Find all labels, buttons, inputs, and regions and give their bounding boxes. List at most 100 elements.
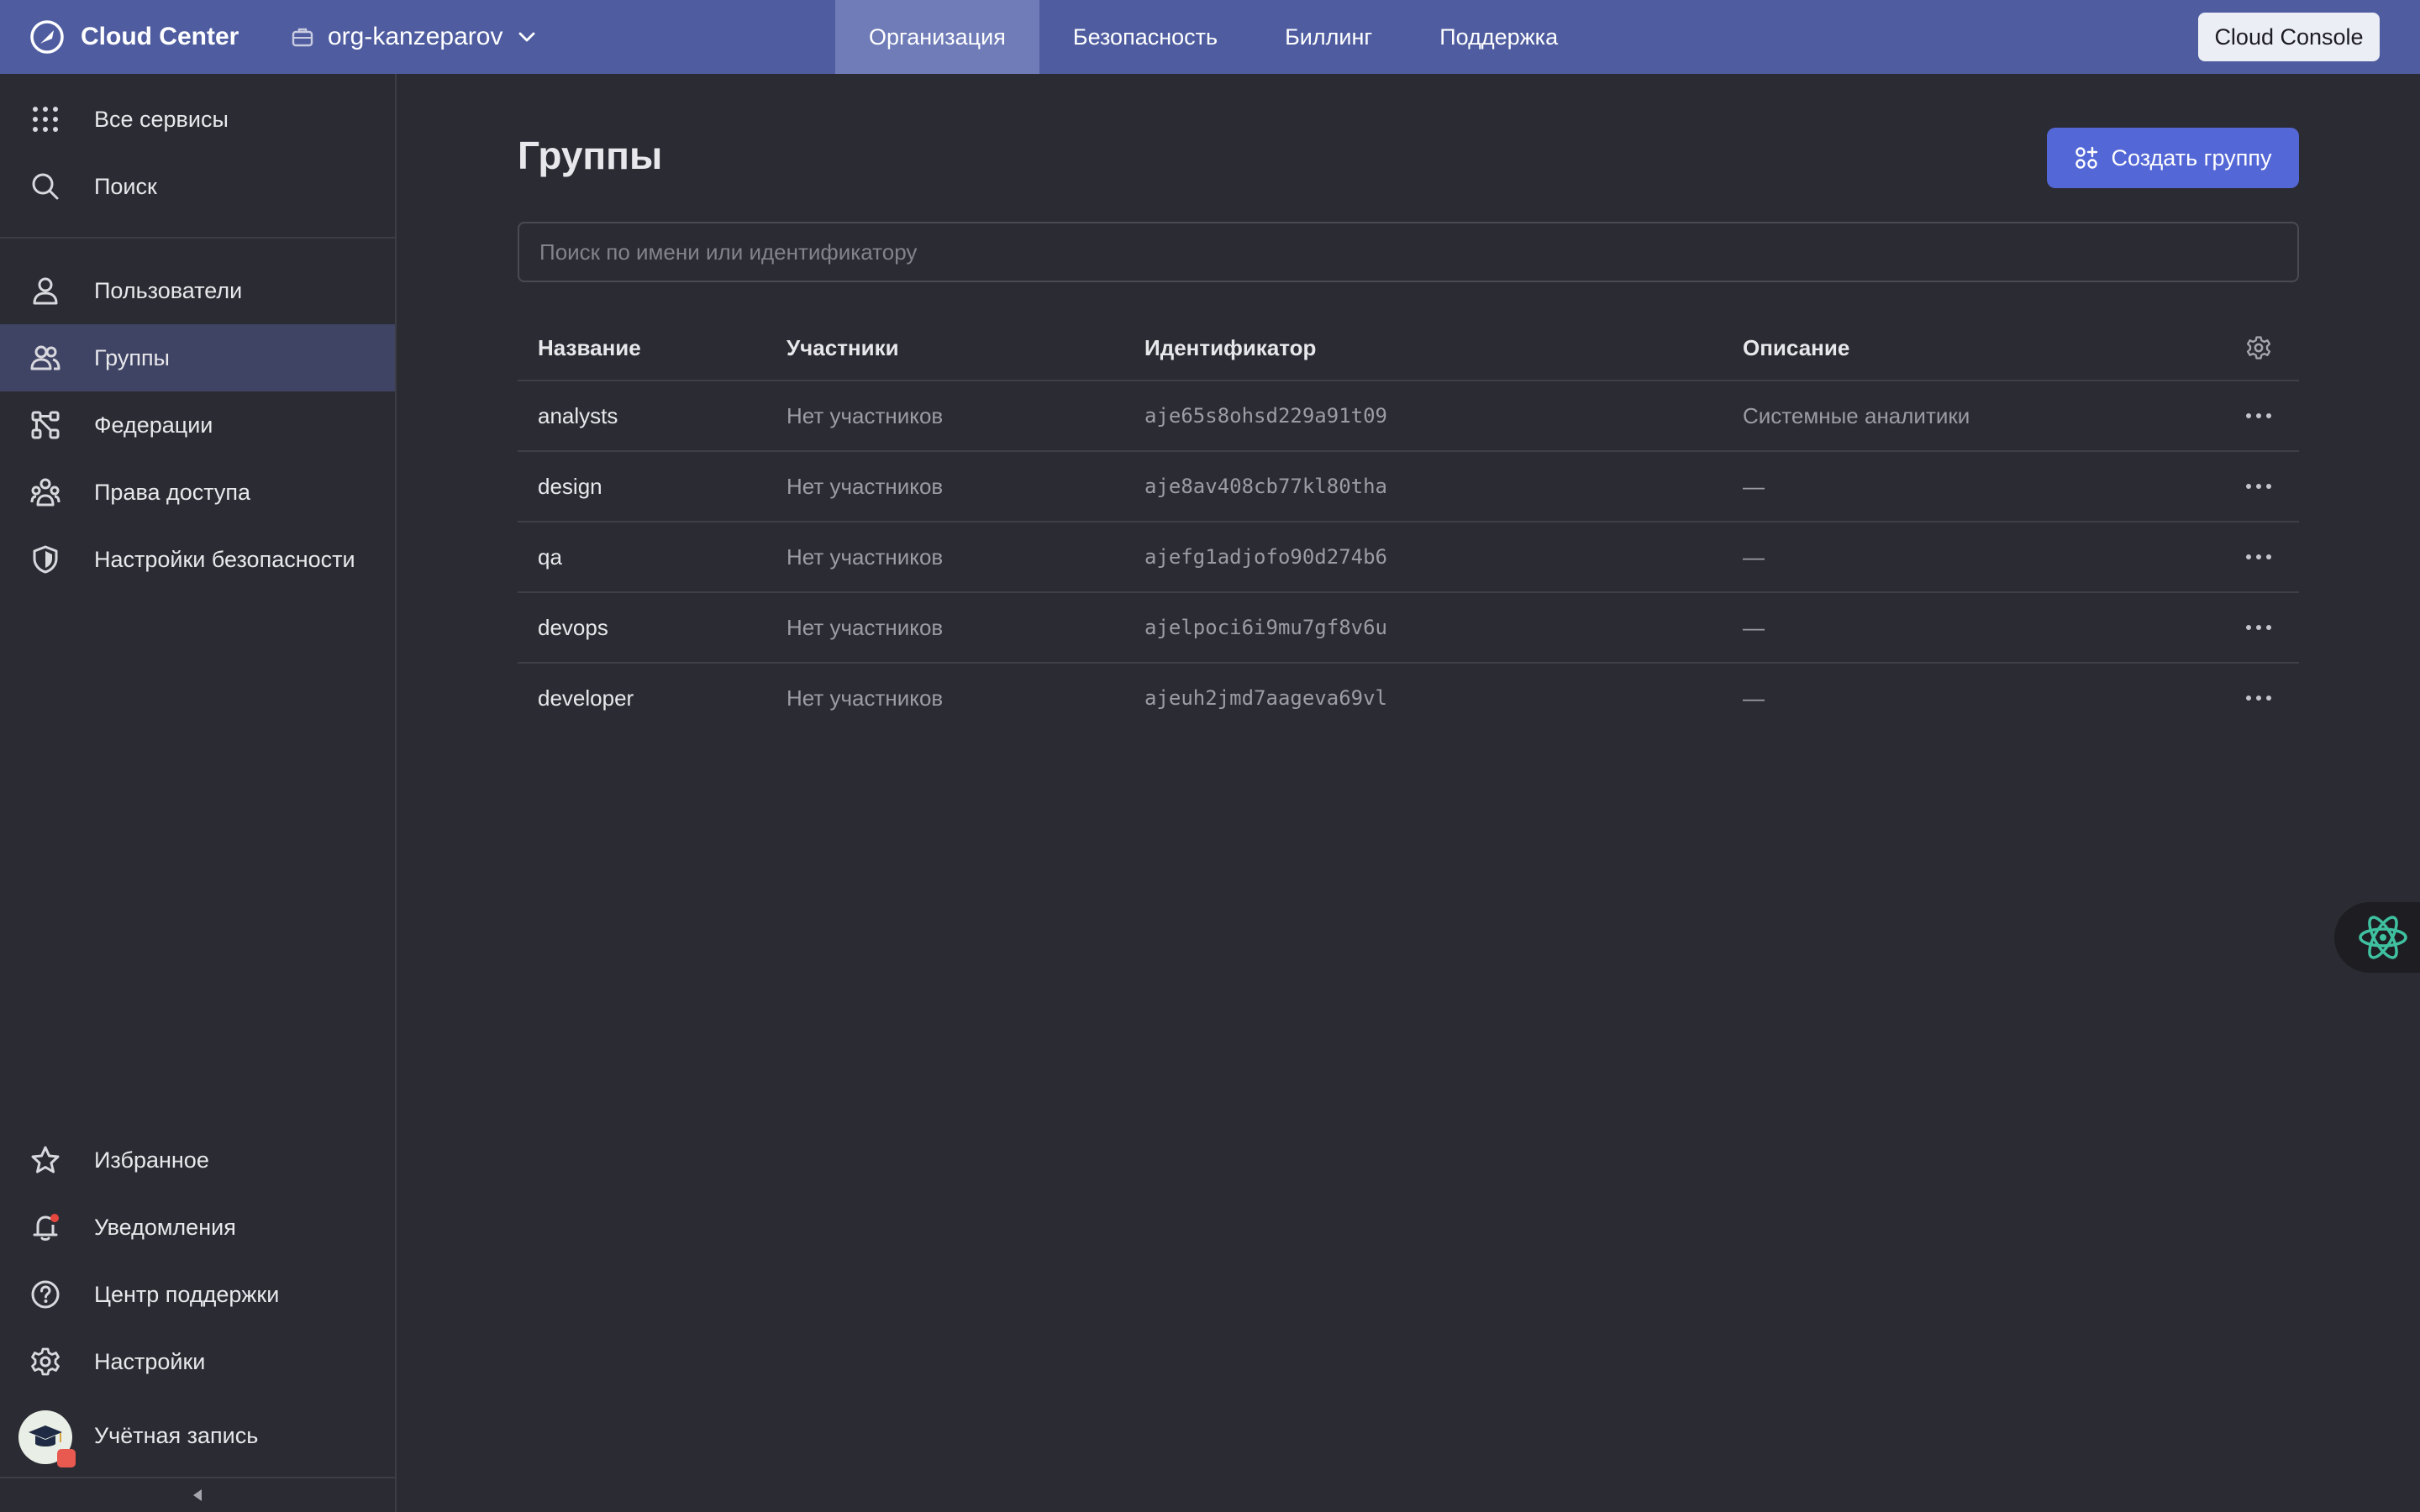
grid-icon: [33, 107, 58, 132]
more-icon: [2246, 625, 2271, 630]
sidebar-item-groups[interactable]: Группы: [0, 324, 395, 391]
more-icon: [2246, 696, 2271, 701]
group-description: —: [1743, 685, 1765, 711]
table-row[interactable]: qa Нет участников ajefg1adjofo90d274b6 —: [518, 522, 2299, 593]
group-id: ajelpoci6i9mu7gf8v6u: [1144, 616, 1387, 639]
sidebar-item-favorites[interactable]: Избранное: [0, 1126, 395, 1194]
group-members: Нет участников: [786, 473, 944, 499]
row-actions-button[interactable]: [2238, 452, 2279, 521]
groups-table: Название Участники Идентификатор Описани…: [518, 314, 2299, 734]
group-description: —: [1743, 614, 1765, 640]
sidebar-item-search[interactable]: Поиск: [0, 153, 395, 220]
row-actions-button[interactable]: [2238, 522, 2279, 591]
table-row[interactable]: devops Нет участников ajelpoci6i9mu7gf8v…: [518, 593, 2299, 664]
sidebar-item-users[interactable]: Пользователи: [0, 257, 395, 324]
group-id: ajeuh2jmd7aageva69vl: [1144, 686, 1387, 710]
create-group-label: Создать группу: [2111, 144, 2272, 171]
avatar-badge: [57, 1449, 76, 1467]
sidebar-item-federations[interactable]: Федерации: [0, 391, 395, 459]
column-header-description[interactable]: Описание: [1743, 314, 1849, 381]
ai-assistant-button[interactable]: [2334, 902, 2420, 973]
table-settings-button[interactable]: [2238, 314, 2279, 381]
group-members: Нет участников: [786, 614, 944, 640]
sidebar-item-access-rights[interactable]: Права доступа: [0, 459, 395, 526]
sidebar-item-label: Поиск: [94, 173, 157, 199]
table-row[interactable]: design Нет участников aje8av408cb77kl80t…: [518, 452, 2299, 522]
brand[interactable]: Cloud Center: [29, 17, 239, 57]
create-group-button[interactable]: Создать группу: [2047, 128, 2299, 188]
gear-icon: [2246, 336, 2271, 360]
shield-icon: [33, 545, 58, 574]
top-bar: Cloud Center org-kanzeparov Организация …: [0, 0, 2420, 74]
page-title: Группы: [518, 134, 663, 177]
access-icon: [30, 478, 60, 507]
cloud-console-button[interactable]: Cloud Console: [2198, 13, 2380, 61]
help-icon: [31, 1280, 60, 1309]
org-name: org-kanzeparov: [328, 23, 503, 50]
search-icon: [32, 173, 59, 200]
group-name: devops: [538, 614, 608, 640]
sidebar-item-account[interactable]: Учётная запись: [0, 1395, 395, 1476]
gear-icon: [31, 1347, 60, 1376]
sidebar-item-label: Группы: [94, 344, 170, 370]
user-icon: [33, 277, 58, 305]
federation-icon: [31, 411, 60, 439]
sidebar-divider: [0, 237, 395, 239]
sidebar-item-label: Центр поддержки: [94, 1281, 280, 1307]
column-header-members[interactable]: Участники: [786, 314, 899, 381]
sidebar-item-all-services[interactable]: Все сервисы: [0, 86, 395, 153]
group-name: developer: [538, 685, 634, 711]
sidebar-item-notifications[interactable]: Уведомления: [0, 1194, 395, 1261]
add-group-icon: [2075, 146, 2097, 169]
more-icon: [2246, 554, 2271, 559]
group-name: qa: [538, 543, 562, 570]
tab-organization[interactable]: Организация: [835, 0, 1039, 74]
search-input[interactable]: [518, 222, 2299, 282]
sidebar-item-security-settings[interactable]: Настройки безопасности: [0, 526, 395, 593]
sidebar-item-label: Настройки: [94, 1348, 206, 1374]
table-row[interactable]: analysts Нет участников aje65s8ohsd229a9…: [518, 381, 2299, 452]
sidebar-item-label: Права доступа: [94, 479, 251, 505]
group-name: analysts: [538, 402, 618, 428]
group-members: Нет участников: [786, 402, 944, 428]
org-selector[interactable]: org-kanzeparov: [291, 17, 538, 57]
group-name: design: [538, 473, 602, 499]
group-description: —: [1743, 473, 1765, 499]
collapse-left-icon: [193, 1489, 202, 1501]
star-icon: [31, 1146, 60, 1173]
tab-billing[interactable]: Биллинг: [1251, 0, 1406, 74]
sidebar-item-help-center[interactable]: Центр поддержки: [0, 1261, 395, 1328]
row-actions-button[interactable]: [2238, 593, 2279, 662]
group-description: —: [1743, 543, 1765, 570]
sidebar: Все сервисы Поиск Пользователи Группы Фе…: [0, 74, 397, 1512]
group-members: Нет участников: [786, 543, 944, 570]
more-icon: [2246, 413, 2271, 418]
sidebar-item-settings[interactable]: Настройки: [0, 1328, 395, 1395]
atom-icon: [2359, 916, 2407, 959]
table-header: Название Участники Идентификатор Описани…: [518, 314, 2299, 381]
more-icon: [2246, 484, 2271, 489]
group-id: aje8av408cb77kl80tha: [1144, 475, 1387, 498]
group-description: Системные аналитики: [1743, 402, 1970, 428]
tab-support[interactable]: Поддержка: [1406, 0, 1591, 74]
brand-name: Cloud Center: [81, 23, 239, 50]
sidebar-item-label: Пользователи: [94, 277, 243, 303]
sidebar-item-label: Федерации: [94, 412, 213, 438]
cloud-center-logo-icon: [30, 20, 64, 54]
row-actions-button[interactable]: [2238, 381, 2279, 450]
avatar: [18, 1410, 76, 1467]
chevron-down-icon: [519, 32, 535, 42]
table-row[interactable]: developer Нет участников ajeuh2jmd7aagev…: [518, 664, 2299, 734]
sidebar-item-label: Уведомления: [94, 1214, 236, 1240]
column-header-name[interactable]: Название: [538, 314, 641, 381]
group-members: Нет участников: [786, 685, 944, 711]
tab-security[interactable]: Безопасность: [1039, 0, 1251, 74]
sidebar-item-label: Все сервисы: [94, 106, 229, 132]
row-actions-button[interactable]: [2238, 664, 2279, 732]
sidebar-item-label: Учётная запись: [94, 1422, 259, 1448]
collapse-sidebar-button[interactable]: [0, 1478, 395, 1512]
column-header-id[interactable]: Идентификатор: [1144, 314, 1316, 381]
group-id: aje65s8ohsd229a91t09: [1144, 404, 1387, 428]
group-id: ajefg1adjofo90d274b6: [1144, 545, 1387, 569]
briefcase-icon: [292, 28, 313, 47]
